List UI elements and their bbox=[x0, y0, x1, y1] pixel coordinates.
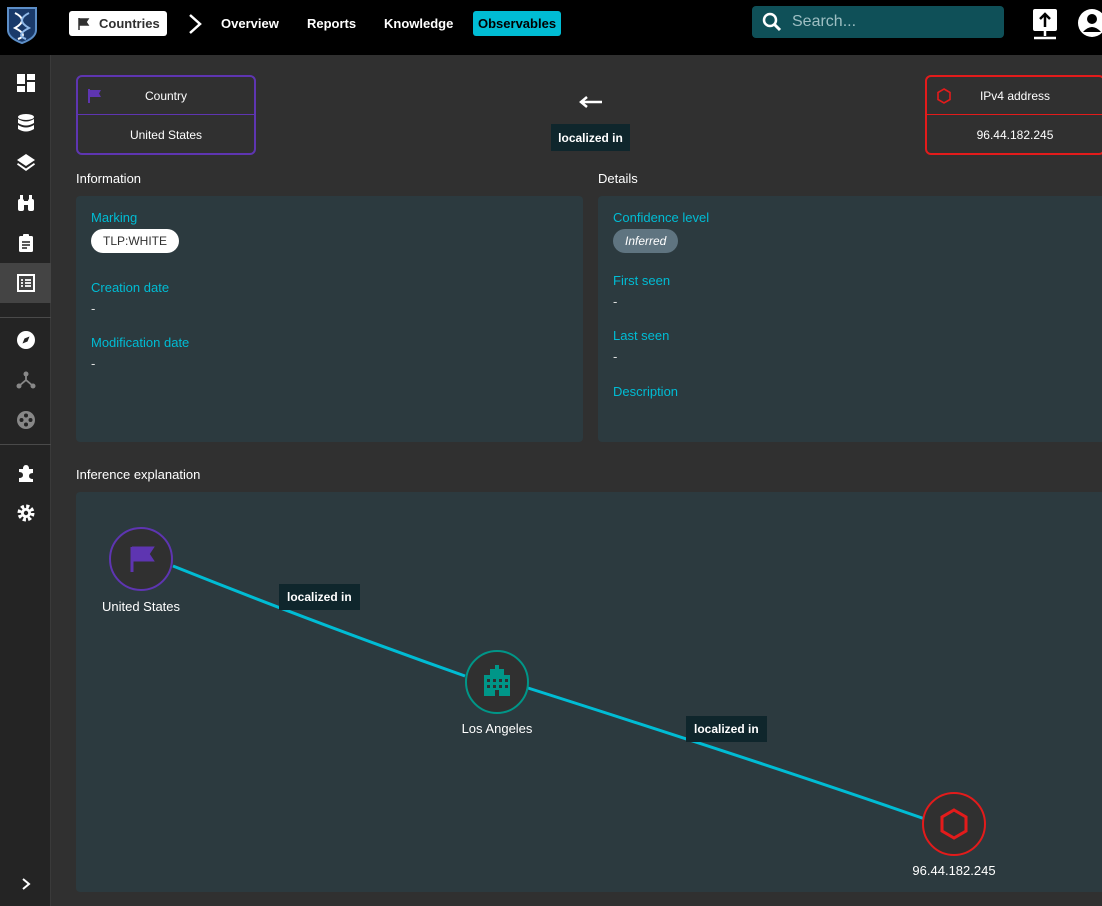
nav-reports-label: Reports bbox=[307, 16, 357, 31]
graph-edge bbox=[172, 564, 466, 678]
flag-icon bbox=[78, 17, 90, 30]
account-icon[interactable] bbox=[1077, 8, 1102, 38]
sidebar-explore[interactable] bbox=[0, 320, 51, 360]
upload-export-icon[interactable] bbox=[1030, 7, 1060, 41]
nav-reports[interactable]: Reports bbox=[302, 11, 361, 36]
inference-graph bbox=[109, 527, 986, 856]
modification-date-value: - bbox=[91, 356, 96, 371]
nav-knowledge[interactable]: Knowledge bbox=[379, 11, 458, 36]
information-panel: Marking TLP:WHITE Creation date - Modifi… bbox=[76, 196, 583, 442]
inference-title: Inference explanation bbox=[76, 467, 201, 482]
details-panel: Confidence level Inferred First seen - L… bbox=[598, 196, 1102, 442]
source-entity-name: United States bbox=[129, 128, 203, 142]
sidebar-plugins[interactable] bbox=[0, 453, 51, 493]
sidebar-clipboard[interactable] bbox=[0, 223, 51, 263]
breadcrumb-label: Countries bbox=[99, 16, 160, 31]
nav-observables[interactable]: Observables bbox=[473, 11, 562, 36]
film-reel-icon bbox=[16, 411, 35, 429]
graph-node-ipv4[interactable] bbox=[922, 792, 986, 856]
marking-chip: TLP:WHITE bbox=[91, 229, 180, 253]
sidebar-divider bbox=[0, 317, 51, 318]
target-entity-header: IPv4 address bbox=[927, 77, 1102, 115]
marking-label: Marking bbox=[91, 210, 138, 225]
description-label: Description bbox=[613, 384, 679, 399]
app-logo-icon[interactable] bbox=[6, 4, 38, 44]
first-seen-label: First seen bbox=[613, 273, 671, 288]
target-entity-card[interactable]: IPv4 address 96.44.182.245 bbox=[925, 75, 1102, 155]
chevron-right-icon bbox=[21, 878, 31, 890]
details-title: Details bbox=[598, 171, 638, 186]
source-entity-header: Country bbox=[78, 77, 254, 115]
source-entity-card[interactable]: Country United States bbox=[76, 75, 256, 155]
gear-icon bbox=[17, 504, 34, 522]
sidebar-observables[interactable] bbox=[0, 263, 51, 303]
dashboard-icon bbox=[16, 74, 35, 92]
graph-node-label-country: United States bbox=[101, 599, 181, 614]
creation-date-value: - bbox=[91, 301, 96, 316]
graph-edge-label[interactable]: localized in bbox=[686, 716, 767, 742]
relationship-label: localized in bbox=[551, 124, 630, 151]
sidebar-binoculars[interactable] bbox=[0, 183, 51, 223]
layers-icon bbox=[16, 154, 35, 171]
target-entity-type: IPv4 address bbox=[979, 88, 1051, 103]
search-box[interactable] bbox=[752, 6, 1004, 38]
list-alt-icon bbox=[16, 274, 35, 292]
sidebar-reels[interactable] bbox=[0, 400, 51, 440]
binoculars-icon bbox=[17, 195, 34, 211]
graph-node-country[interactable] bbox=[109, 527, 173, 591]
first-seen-value: - bbox=[613, 294, 618, 309]
top-app-bar: Countries Overview Reports Knowledge Obs… bbox=[0, 0, 1102, 55]
graph-edge bbox=[527, 686, 926, 821]
nav-overview-label: Overview bbox=[221, 16, 279, 31]
sidebar-layers[interactable] bbox=[0, 143, 51, 183]
last-seen-label: Last seen bbox=[613, 328, 670, 343]
information-title: Information bbox=[76, 171, 142, 186]
graph-node-label-ipv4: 96.44.182.245 bbox=[912, 863, 996, 878]
left-navigation bbox=[0, 55, 51, 906]
arrow-left-icon bbox=[579, 96, 602, 108]
creation-date-label: Creation date bbox=[91, 280, 170, 295]
nav-observables-label: Observables bbox=[478, 16, 557, 31]
sidebar-settings[interactable] bbox=[0, 493, 51, 533]
modification-date-label: Modification date bbox=[91, 335, 190, 350]
hexagon-icon bbox=[937, 88, 951, 104]
sidebar-divider bbox=[0, 444, 51, 445]
clipboard-icon bbox=[18, 234, 33, 252]
nav-knowledge-label: Knowledge bbox=[384, 16, 454, 31]
confidence-chip: Inferred bbox=[613, 229, 679, 253]
database-icon bbox=[17, 114, 34, 132]
nav-overview[interactable]: Overview bbox=[216, 11, 284, 36]
chevron-right-icon bbox=[189, 14, 202, 34]
confidence-level-label: Confidence level bbox=[613, 210, 710, 225]
graph-edge-label[interactable]: localized in bbox=[279, 584, 360, 610]
compass-icon bbox=[16, 331, 35, 349]
target-entity-name: 96.44.182.245 bbox=[976, 128, 1054, 142]
inference-graph-panel: United States Los Angeles 96.44.182.245 … bbox=[76, 492, 1102, 892]
last-seen-value: - bbox=[613, 349, 618, 364]
sidebar-database[interactable] bbox=[0, 103, 51, 143]
search-icon bbox=[762, 12, 782, 32]
sidebar-graph[interactable] bbox=[0, 360, 51, 400]
source-entity-type: Country bbox=[144, 88, 188, 103]
breadcrumb-countries-chip[interactable]: Countries bbox=[69, 11, 167, 36]
graph-node-label-city: Los Angeles bbox=[461, 721, 533, 736]
sidebar-dashboard[interactable] bbox=[0, 63, 51, 103]
flag-icon bbox=[88, 89, 101, 103]
sidebar-expand[interactable] bbox=[0, 864, 51, 904]
graph-nodes-icon bbox=[16, 371, 35, 389]
graph-node-city[interactable] bbox=[465, 650, 529, 714]
search-input[interactable] bbox=[792, 13, 992, 31]
puzzle-icon bbox=[18, 465, 33, 482]
